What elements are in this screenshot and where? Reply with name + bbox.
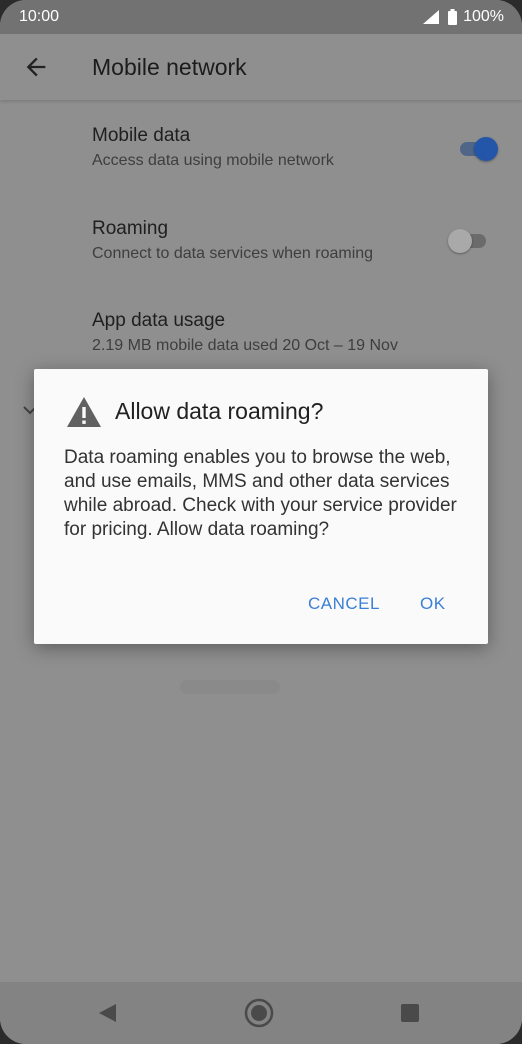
toggle-thumb	[448, 229, 472, 253]
nav-home-icon[interactable]	[244, 998, 274, 1028]
nav-back-icon[interactable]	[96, 1002, 118, 1024]
signal-icon	[423, 10, 440, 24]
roaming-dialog: Allow data roaming? Data roaming enables…	[34, 369, 488, 644]
roaming-toggle[interactable]	[448, 226, 490, 256]
cancel-button[interactable]: CANCEL	[308, 594, 380, 614]
app-bar: Mobile network	[0, 34, 522, 100]
setting-roaming[interactable]: Roaming Connect to data services when ro…	[92, 218, 492, 263]
setting-summary: 2.19 MB mobile data used 20 Oct – 19 Nov	[92, 337, 398, 354]
dialog-message: Data roaming enables you to browse the w…	[64, 447, 457, 540]
setting-app-data-usage[interactable]: App data usage 2.19 MB mobile data used …	[92, 310, 492, 355]
setting-title: Roaming	[92, 218, 169, 239]
page-title: Mobile network	[92, 54, 247, 80]
phone-screen: 10:00 100% Mobile network Mobile data Ac…	[0, 0, 522, 1044]
navigation-bar	[0, 982, 522, 1044]
mobile-data-toggle[interactable]	[458, 134, 498, 164]
setting-mobile-data[interactable]: Mobile data Access data using mobile net…	[92, 125, 492, 170]
warning-triangle-icon	[67, 397, 101, 427]
setting-title: App data usage	[92, 310, 226, 331]
toggle-thumb	[474, 137, 498, 161]
background-ghost	[180, 680, 280, 694]
status-time: 10:00	[19, 8, 60, 25]
status-bar: 10:00 100%	[0, 0, 522, 34]
setting-title: Mobile data	[92, 125, 191, 146]
status-icons: 100%	[423, 8, 504, 26]
arrow-left-icon[interactable]	[22, 53, 50, 81]
setting-summary: Access data using mobile network	[92, 152, 334, 169]
nav-recents-icon[interactable]	[400, 1003, 420, 1023]
battery-percent: 100%	[463, 8, 504, 25]
dialog-title: Allow data roaming?	[115, 398, 324, 424]
setting-summary: Connect to data services when roaming	[92, 245, 374, 262]
ok-button[interactable]: OK	[420, 594, 446, 614]
battery-icon	[448, 9, 458, 25]
